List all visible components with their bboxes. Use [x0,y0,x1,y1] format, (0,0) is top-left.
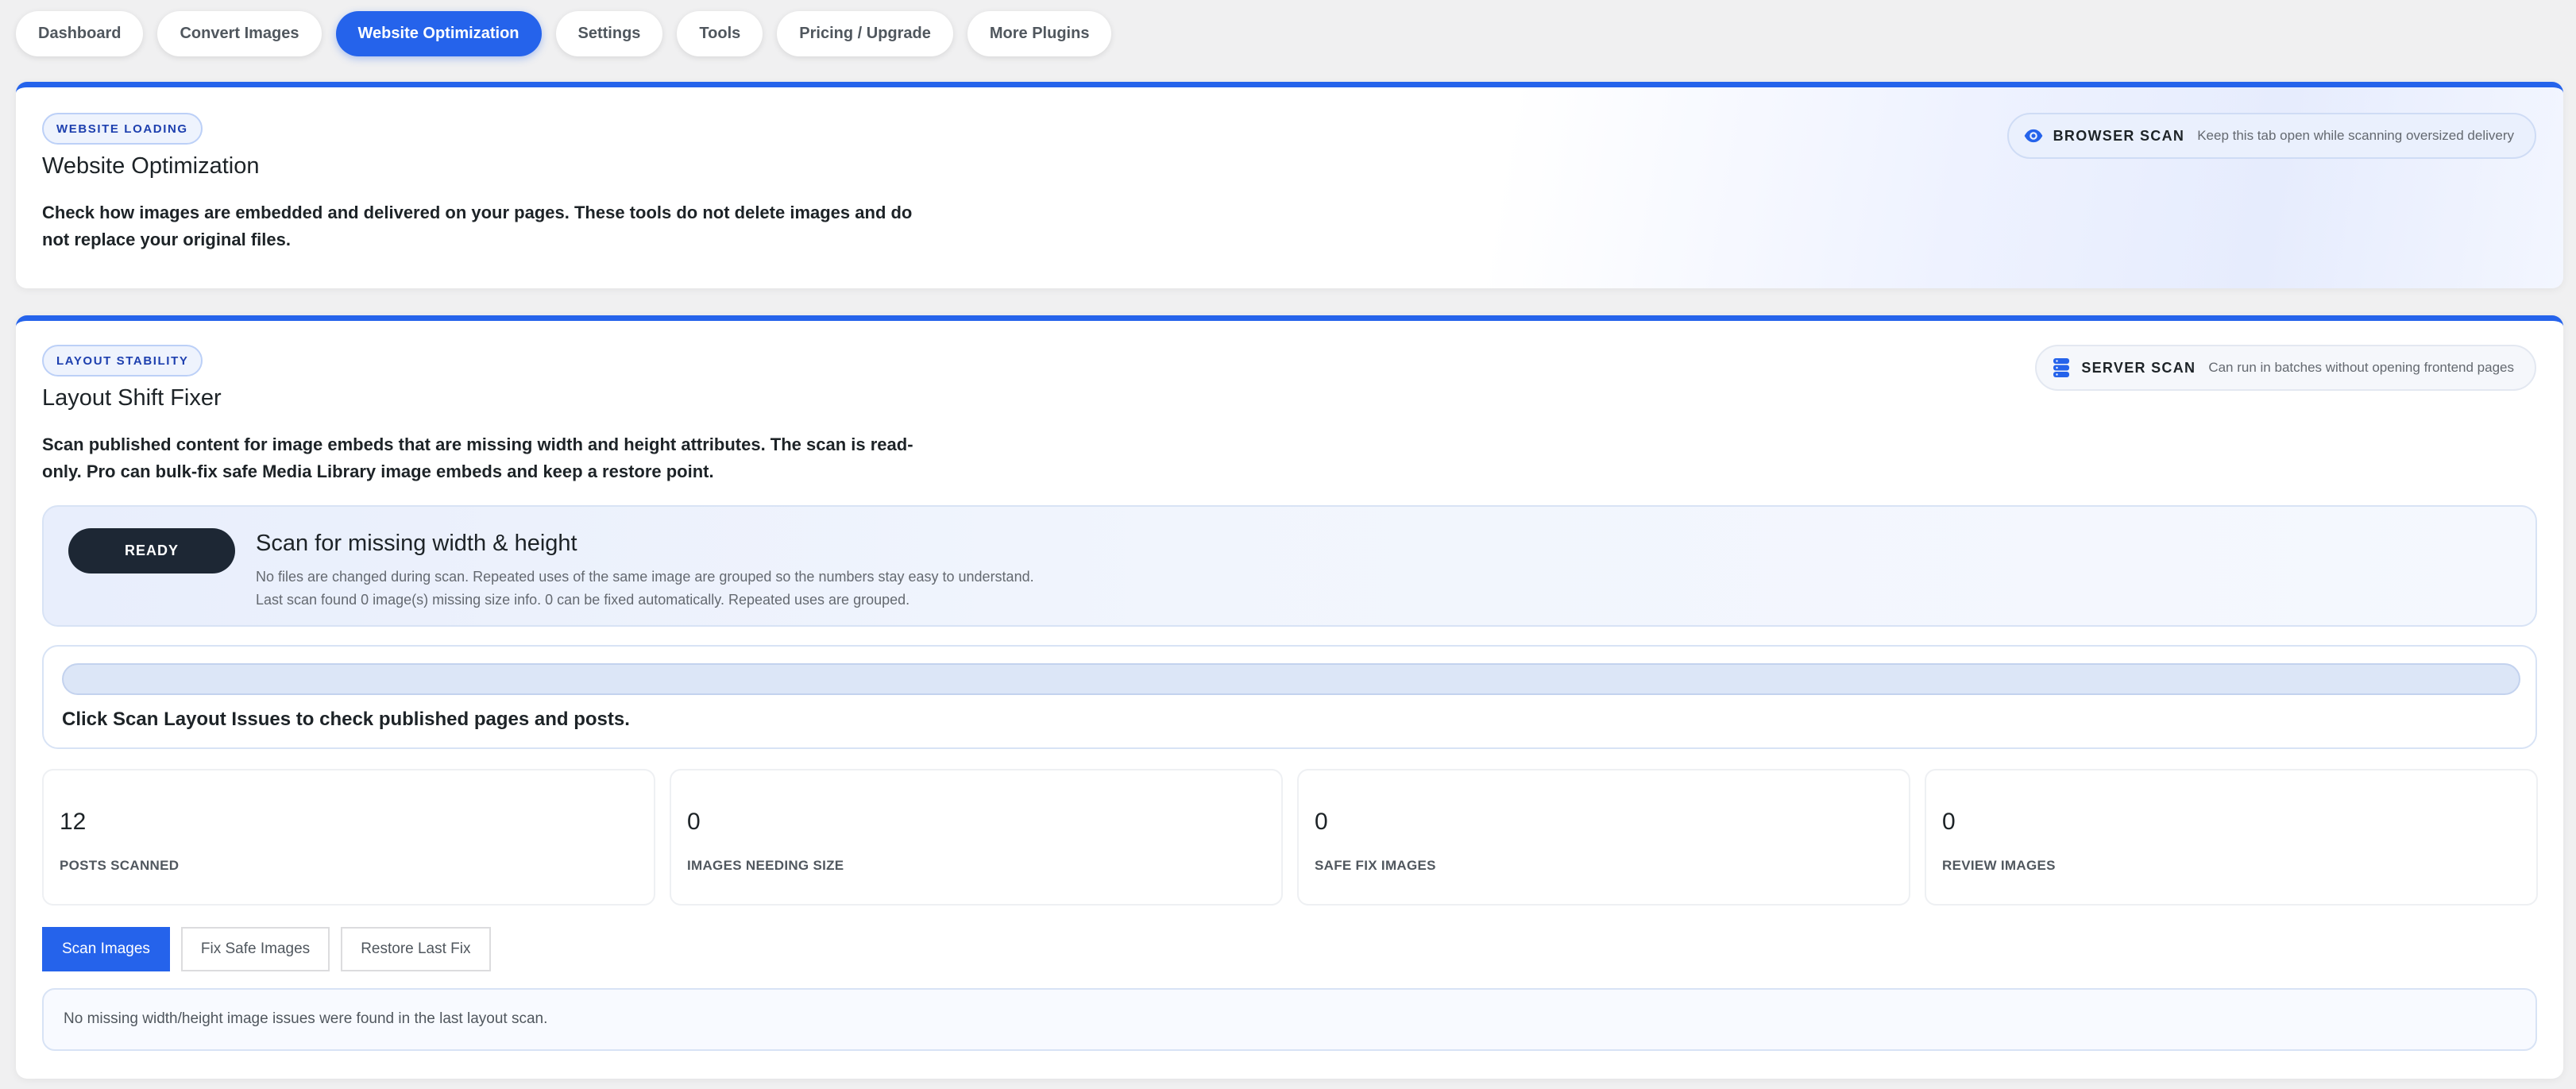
server-scan-badge: SERVER SCAN Can run in batches without o… [2035,345,2536,391]
scan-progress-bar [62,663,2520,695]
server-scan-label: SERVER SCAN [2081,359,2196,376]
scan-progress-message: Click Scan Layout Issues to check publis… [62,709,630,730]
tab-convert-images[interactable]: Convert Images [157,11,322,56]
stat-posts-scanned: 12 POSTS SCANNED [42,769,655,906]
scan-progress-panel: Click Scan Layout Issues to check publis… [42,645,2537,749]
website-optimization-title: Website Optimization [42,153,260,179]
stat-value: 12 [60,809,87,835]
restore-last-fix-button[interactable]: Restore Last Fix [341,927,491,971]
ready-status-button[interactable]: READY [68,528,235,573]
database-icon [2051,357,2072,378]
stat-images-needing-size: 0 IMAGES NEEDING SIZE [670,769,1283,906]
scan-status-title: Scan for missing width & height [256,531,577,556]
layout-shift-fixer-description: Scan published content for image embeds … [42,434,913,481]
website-optimization-description: Check how images are embedded and delive… [42,203,913,249]
scan-status-info: No files are changed during scan. Repeat… [256,569,1034,585]
tab-website-optimization[interactable]: Website Optimization [335,11,542,56]
tab-settings[interactable]: Settings [555,11,663,56]
eye-icon [2023,126,2044,146]
layout-shift-fixer-title: Layout Shift Fixer [42,385,222,411]
tab-dashboard[interactable]: Dashboard [16,11,144,56]
scan-status-last-result: Last scan found 0 image(s) missing size … [256,592,910,608]
scan-result-panel: No missing width/height image issues wer… [42,988,2537,1051]
stat-label: IMAGES NEEDING SIZE [687,858,844,873]
scan-status-panel: READY Scan for missing width & height No… [42,505,2537,627]
website-loading-tag: WEBSITE LOADING [42,113,203,145]
stat-label: REVIEW IMAGES [1942,858,2056,873]
stat-safe-fix-images: 0 SAFE FIX IMAGES [1297,769,1910,906]
top-tab-nav: Dashboard Convert Images Website Optimiz… [16,11,1112,56]
scan-images-button[interactable]: Scan Images [42,927,170,971]
stat-label: SAFE FIX IMAGES [1315,858,1436,873]
stat-value: 0 [1315,809,1328,835]
tab-tools[interactable]: Tools [677,11,763,56]
stat-review-images: 0 REVIEW IMAGES [1925,769,2538,906]
tab-more-plugins[interactable]: More Plugins [967,11,1112,56]
tab-pricing-upgrade[interactable]: Pricing / Upgrade [777,11,953,56]
browser-scan-note: Keep this tab open while scanning oversi… [2197,128,2514,143]
scan-result-message: No missing width/height image issues wer… [64,1010,548,1027]
fix-safe-images-button[interactable]: Fix Safe Images [180,927,330,971]
stat-value: 0 [1942,809,1956,835]
server-scan-note: Can run in batches without opening front… [2208,360,2514,375]
stat-label: POSTS SCANNED [60,858,180,873]
browser-scan-badge: BROWSER SCAN Keep this tab open while sc… [2006,113,2536,159]
layout-actions: Scan Images Fix Safe Images Restore Last… [42,927,491,971]
stat-value: 0 [687,809,701,835]
browser-scan-label: BROWSER SCAN [2053,127,2185,144]
website-optimization-card: WEBSITE LOADING Website Optimization Che… [16,82,2563,288]
layout-shift-fixer-card: LAYOUT STABILITY Layout Shift Fixer Scan… [16,315,2563,1079]
layout-stability-tag: LAYOUT STABILITY [42,345,203,377]
